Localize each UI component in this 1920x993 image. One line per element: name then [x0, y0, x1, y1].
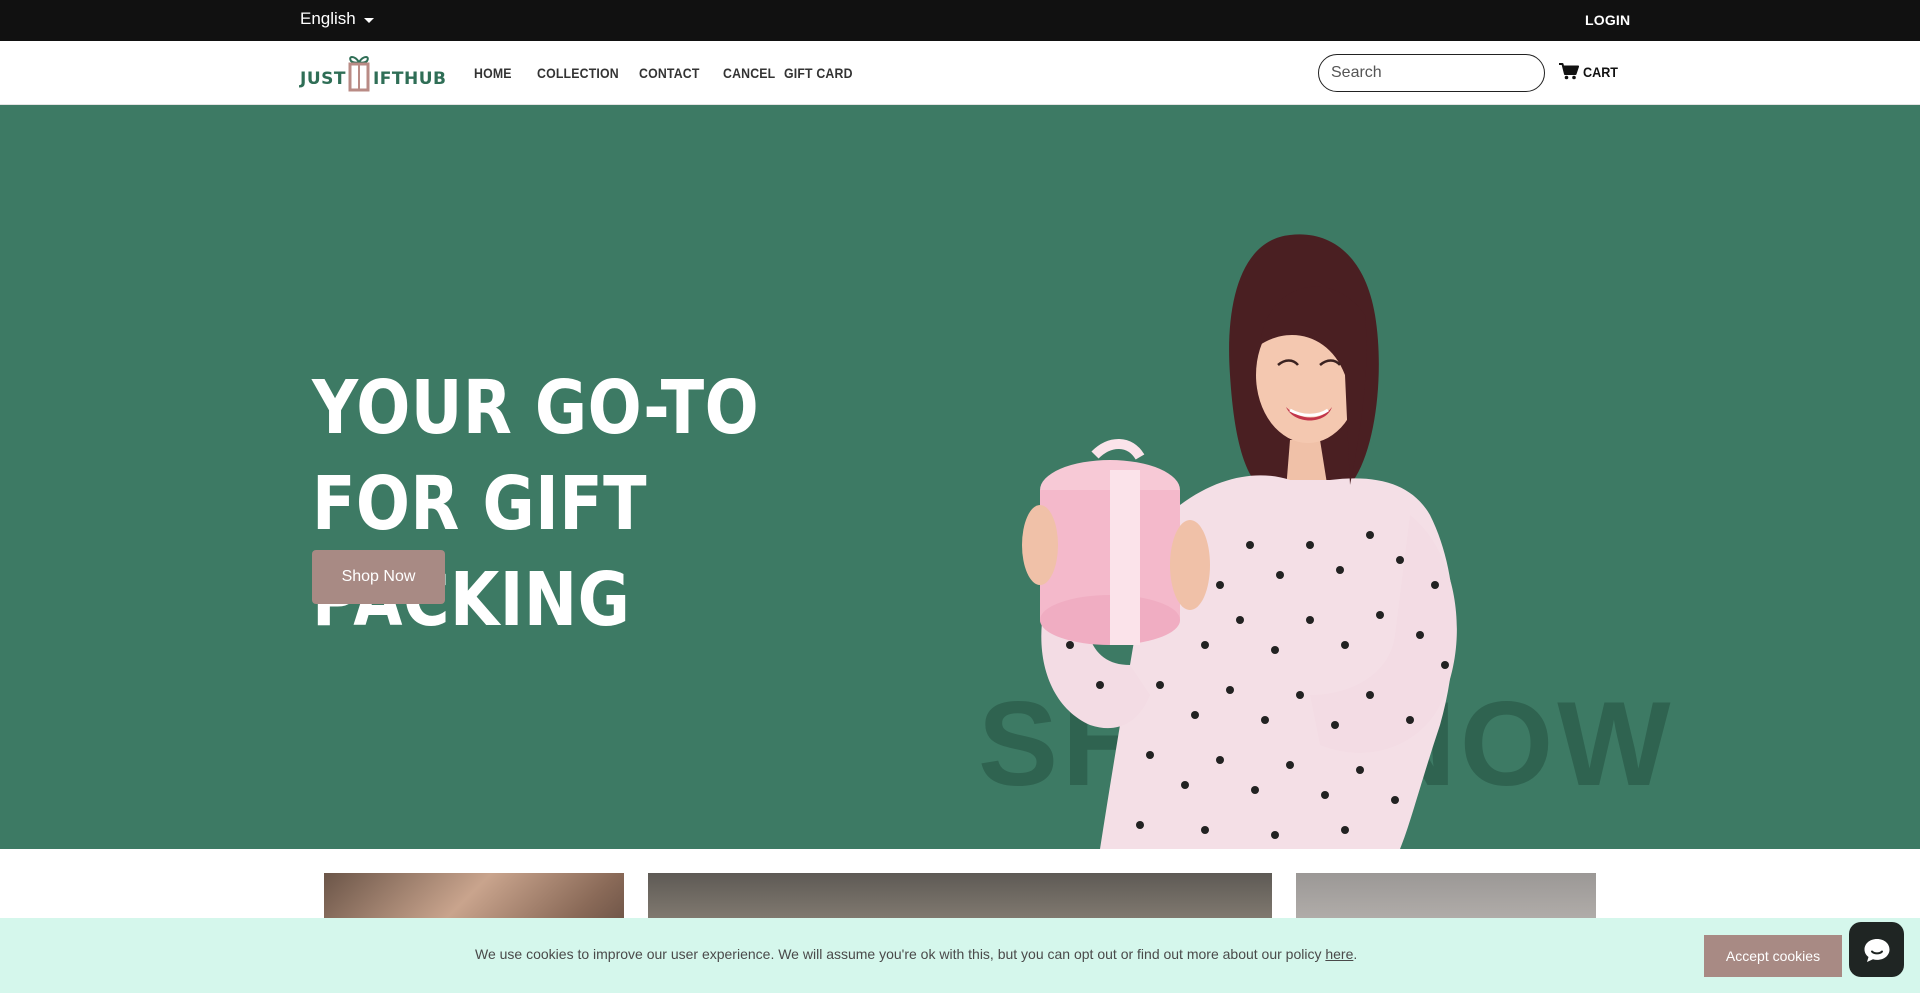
cookie-message-text: We use cookies to improve our user exper…	[475, 946, 1326, 962]
chat-bubble-icon	[1864, 938, 1889, 962]
nav-contact[interactable]: CONTACT	[639, 65, 700, 81]
pink-gift-box	[1040, 439, 1180, 645]
chat-widget-button[interactable]	[1849, 922, 1904, 977]
cookie-message-suffix: .	[1353, 946, 1358, 962]
nav-home[interactable]: HOME	[474, 65, 512, 81]
cart-icon	[1559, 63, 1579, 80]
shop-now-button[interactable]: Shop Now	[312, 550, 445, 604]
cookie-message: We use cookies to improve our user exper…	[475, 946, 1357, 962]
main-navbar: JUST IFTHUB HOME COLLECTION CONTACT CANCE…	[0, 41, 1920, 105]
search-input[interactable]	[1318, 54, 1545, 92]
nav-collection[interactable]: COLLECTION	[537, 65, 619, 81]
hero-banner: SHOP NOW YOUR GO-TO FOR GIFT PACKING Sho…	[0, 105, 1920, 849]
hero-woman-with-gift-image	[1022, 234, 1457, 849]
nav-cancel[interactable]: CANCEL	[723, 65, 775, 81]
nav-gift-card[interactable]: GIFT CARD	[784, 65, 853, 81]
caret-down-icon	[363, 17, 374, 23]
cart-button[interactable]: CART	[1559, 63, 1622, 80]
hero-headline: YOUR GO-TO FOR GIFT PACKING	[312, 365, 760, 643]
language-selector[interactable]: English	[300, 9, 374, 29]
cookie-banner: We use cookies to improve our user exper…	[0, 918, 1920, 993]
language-label: English	[300, 9, 356, 28]
login-link[interactable]: LOGIN	[1585, 12, 1630, 28]
logo-text: JUST IFTHUB	[300, 69, 447, 89]
cookie-policy-link[interactable]: here	[1325, 946, 1353, 962]
top-bar: English LOGIN	[0, 0, 1920, 41]
brand-logo[interactable]: JUST IFTHUB	[300, 53, 452, 93]
accept-cookies-button[interactable]: Accept cookies	[1704, 935, 1842, 977]
cart-label: CART	[1583, 63, 1619, 80]
